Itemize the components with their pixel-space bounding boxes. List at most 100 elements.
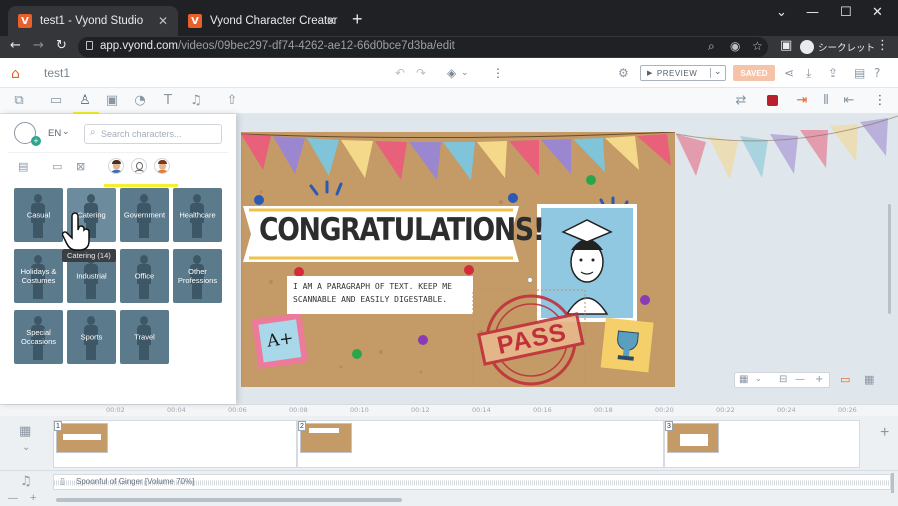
browser-menu-icon[interactable]: ⋮ — [876, 38, 889, 53]
search-icon: ⌕ — [90, 127, 96, 138]
category-tile-casual[interactable]: Casual — [14, 188, 63, 242]
tab-search-icon[interactable]: ⌄ — [776, 5, 787, 20]
zoom-in-icon[interactable]: + — [815, 374, 823, 385]
saved-button[interactable]: SAVED — [733, 65, 775, 81]
video-title[interactable]: test1 — [44, 66, 70, 80]
layout-icon[interactable]: ▦ — [864, 373, 874, 386]
swap-icon[interactable]: ⇄ — [733, 93, 749, 109]
image-icon[interactable]: ⊠ — [76, 160, 85, 173]
vertical-scrollbar[interactable] — [888, 204, 891, 314]
character-style-sketch-icon[interactable] — [131, 158, 147, 174]
timeline-vscrollbar[interactable] — [891, 473, 894, 493]
maximize-icon[interactable]: ☐ — [840, 5, 852, 20]
undo-icon[interactable]: ↶ — [395, 66, 405, 80]
paragraph-text[interactable]: I AM A PARAGRAPH OF TEXT. KEEP ME SCANNA… — [293, 280, 473, 306]
notes-icon[interactable]: ▤ — [854, 66, 865, 80]
scene-block[interactable]: 2 — [297, 420, 664, 468]
language-select[interactable]: EN — [48, 128, 61, 139]
new-tab-icon[interactable]: + — [352, 9, 363, 30]
category-tile-other-professions[interactable]: Other Professions — [173, 249, 222, 303]
chevron-down-icon[interactable]: ⌄ — [714, 67, 722, 77]
incognito-profile[interactable]: シークレット — [800, 40, 875, 54]
address-bar-row: ← → ↻ app.vyond.com/videos/09bec297-df74… — [0, 36, 898, 58]
category-label: Special Occasions — [20, 328, 56, 346]
back-icon[interactable]: ← — [10, 38, 21, 53]
ruler-label: 00:12 — [411, 406, 430, 414]
timeline-ruler[interactable]: 00:02 00:04 00:06 00:08 00:10 00:12 00:1… — [0, 404, 898, 416]
close-icon[interactable]: ✕ — [158, 14, 168, 28]
fit-screen-icon[interactable]: ▭ — [840, 373, 850, 386]
category-tile-sports[interactable]: Sports — [67, 310, 116, 364]
browser-tab-vyond-studio[interactable]: V test1 - Vyond Studio ✕ — [8, 6, 178, 36]
layers-icon[interactable]: ◈ — [447, 66, 456, 80]
text-icon[interactable]: T — [160, 93, 176, 109]
search-input[interactable] — [101, 127, 219, 141]
enter-effect-icon[interactable]: ⇥ — [794, 93, 810, 109]
help-icon[interactable]: ? — [874, 66, 880, 80]
reload-icon[interactable]: ↻ — [56, 38, 67, 53]
zoom-slider[interactable]: — — [795, 374, 805, 385]
audio-icon[interactable]: ♫ — [188, 93, 204, 109]
templates-icon[interactable]: ⧉ — [11, 93, 27, 109]
grid-icon[interactable]: ▦ — [739, 374, 748, 385]
forward-icon[interactable]: → — [33, 38, 44, 53]
close-icon[interactable]: ✕ — [326, 14, 336, 28]
category-tile-healthcare[interactable]: Healthcare — [173, 188, 222, 242]
timeline-zoom-in-icon[interactable]: + — [30, 492, 36, 504]
bookmark-star-icon[interactable]: ☆ — [752, 39, 763, 53]
category-tile-special-occasions[interactable]: Special Occasions — [14, 310, 63, 364]
settings-gear-icon[interactable]: ⚙ — [618, 66, 629, 80]
preview-button[interactable]: ▶ PREVIEW ⌄ — [640, 65, 726, 81]
scene-block[interactable]: 1 — [53, 420, 297, 468]
chevron-down-icon[interactable]: ⌄ — [461, 68, 469, 78]
headline-text[interactable]: CONGRATULATIONS! — [259, 212, 545, 248]
zoom-out-icon[interactable]: ⊟ — [779, 374, 787, 385]
character-style-business-icon[interactable] — [108, 158, 124, 174]
url-field[interactable]: app.vyond.com/videos/09bec297-df74-4262-… — [78, 37, 768, 57]
category-label: Office — [134, 271, 155, 281]
minimize-icon[interactable]: — — [806, 5, 819, 20]
character-style-contemporary-icon[interactable] — [154, 158, 170, 174]
props-icon[interactable]: ▣ — [104, 93, 120, 109]
character-search[interactable]: ⌕ — [84, 124, 222, 144]
canvas-stage[interactable]: CONGRATULATIONS! I AM A PARAGRAPH OF TEX… — [236, 114, 898, 404]
browser-tab-character-creator[interactable]: V Vyond Character Creator ✕ — [178, 6, 346, 36]
chevron-down-icon[interactable]: ⌄ — [22, 442, 30, 453]
upload-icon[interactable]: ⇧ — [224, 93, 240, 109]
add-scene-icon[interactable]: + — [880, 424, 889, 442]
scene-block[interactable]: 3 — [664, 420, 860, 468]
zoom-icon[interactable]: ⌕ — [708, 39, 715, 54]
chevron-down-icon[interactable]: ⌄ — [755, 374, 762, 383]
home-icon[interactable]: ⌂ — [11, 66, 20, 82]
add-character-icon[interactable]: + — [31, 136, 41, 146]
download-icon[interactable]: ⤓ — [806, 66, 811, 81]
category-tile-office[interactable]: Office — [120, 249, 169, 303]
folder-icon[interactable]: ▭ — [52, 160, 62, 173]
share-icon[interactable]: ⋖ — [784, 66, 794, 80]
incognito-eye-icon[interactable]: ◉ — [730, 39, 740, 53]
window-close-icon[interactable]: ✕ — [872, 5, 883, 20]
characters-icon[interactable]: ♙ — [77, 93, 93, 109]
color-swatch-icon[interactable] — [764, 93, 780, 109]
exit-effect-icon[interactable]: ⇤ — [841, 93, 857, 109]
timeline-hscrollbar[interactable] — [56, 498, 402, 502]
category-tile-holidays-costumes[interactable]: Holidays & Costumes — [14, 249, 63, 303]
chevron-down-icon[interactable]: ⌄ — [62, 127, 70, 137]
category-tile-government[interactable]: Government — [120, 188, 169, 242]
more-icon[interactable]: ⋮ — [492, 66, 504, 80]
audio-clip[interactable]: ▯ Spoonful of Ginger [Volume 70%] — [53, 474, 891, 490]
preview-label: PREVIEW — [656, 68, 698, 78]
sticky-grade-text[interactable]: A+ — [266, 328, 295, 351]
more-icon[interactable]: ⋮ — [872, 93, 888, 109]
filmstrip-icon[interactable]: ▤ — [18, 160, 28, 173]
cork-board[interactable]: CONGRATULATIONS! I AM A PARAGRAPH OF TEX… — [241, 132, 675, 387]
export-icon[interactable]: ⇪ — [828, 66, 838, 80]
category-tile-travel[interactable]: Travel — [120, 310, 169, 364]
scenes-icon[interactable]: ▭ — [48, 93, 64, 109]
timeline-zoom-out-icon[interactable]: — — [8, 493, 18, 504]
redo-icon[interactable]: ↷ — [416, 66, 426, 80]
charts-icon[interactable]: ◔ — [132, 93, 148, 109]
motion-path-icon[interactable]: ⦀ — [818, 93, 834, 109]
category-label: Government — [123, 210, 166, 220]
sidebar-icon[interactable]: ▣ — [780, 38, 792, 53]
